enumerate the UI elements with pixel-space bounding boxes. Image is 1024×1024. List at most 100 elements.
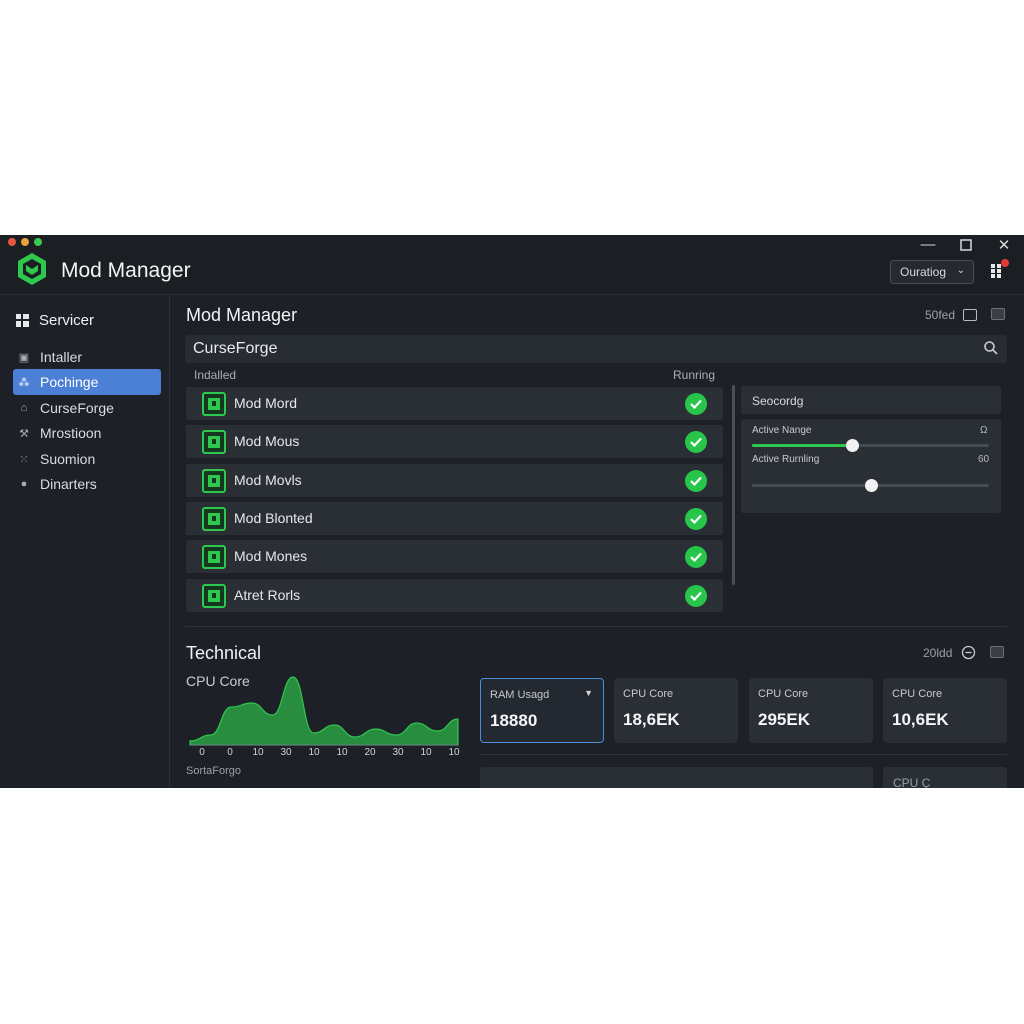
search-icon[interactable] — [983, 340, 999, 356]
sidebar-item-label: CurseForge — [40, 400, 114, 416]
column-header-running: Runring — [673, 368, 716, 382]
stat-value: 18,6EK — [623, 710, 680, 729]
slider-fill — [752, 444, 852, 447]
close-icon[interactable]: ✕ — [995, 236, 1013, 254]
mod-row[interactable]: Mod Mones — [186, 540, 723, 573]
window-traffic-lights — [8, 238, 42, 246]
stat-card-cpu[interactable]: CPU Core 18,6EK — [614, 678, 738, 743]
sidebar-header[interactable]: Servicer — [16, 312, 94, 329]
stat-card-ram[interactable]: RAM Usagd ▼ 18880 — [480, 678, 604, 743]
page-title: Mod Manager — [186, 305, 298, 325]
refresh-icon[interactable] — [961, 645, 976, 660]
sidebar-item-dinarters[interactable]: ● Dinarters — [13, 471, 161, 497]
sidebar-item-label: Mrostioon — [40, 425, 102, 441]
technical-meta: 20ldd — [923, 646, 953, 660]
circle-icon: ● — [20, 478, 28, 490]
stat-label: CPU Core — [623, 688, 674, 700]
slider-track[interactable] — [752, 479, 989, 492]
check-circle-icon[interactable] — [685, 470, 707, 492]
check-circle-icon[interactable] — [685, 585, 707, 607]
slider-thumb[interactable] — [864, 479, 878, 492]
app-title: Mod Manager — [61, 259, 191, 282]
bottom-card-cpu[interactable]: CPU Ç — [883, 767, 1007, 788]
mod-name: Mod Blonted — [234, 510, 313, 526]
sidebar: Servicer ▣ Intaller ⁂ Pochinge ⌂ CurseFo… — [0, 296, 170, 788]
check-circle-icon[interactable] — [685, 546, 707, 568]
x-tick-label: 10 — [420, 747, 432, 758]
notification-badge — [1001, 259, 1009, 267]
sidebar-item-curseforge[interactable]: ⌂ CurseForge — [13, 395, 161, 421]
grid-icon — [16, 314, 29, 327]
bottom-card-label: CPU Ç — [893, 776, 931, 788]
x-tick-label: 10 — [448, 747, 460, 758]
mod-name: Mod Mord — [234, 395, 298, 411]
zoom-dot[interactable] — [34, 238, 42, 246]
stat-label: CPU Core — [892, 688, 943, 700]
box-icon: ▣ — [18, 351, 30, 364]
slider-value: Ω — [980, 425, 988, 436]
mod-name: Atret Rorls — [234, 587, 301, 603]
mod-name: Mod Movls — [234, 472, 302, 488]
sidebar-item-intaller[interactable]: ▣ Intaller — [13, 344, 161, 370]
mod-icon — [202, 584, 226, 608]
stat-value: 10,6EK — [892, 710, 949, 729]
search-value: CurseForge — [193, 340, 278, 357]
x-tick-label: 30 — [280, 747, 292, 758]
sidebar-item-label: Intaller — [40, 349, 83, 365]
x-tick-label: 10 — [308, 747, 320, 758]
x-tick-label: 10 — [252, 747, 264, 758]
collapse-icon[interactable] — [991, 308, 1005, 320]
bottom-panel — [480, 767, 873, 788]
minimize-dot[interactable] — [21, 238, 29, 246]
stat-card-cpu[interactable]: CPU Core 295EK — [749, 678, 873, 743]
mod-row[interactable]: Mod Blonted — [186, 502, 723, 535]
column-header-installed: Indalled — [194, 368, 237, 382]
chevron-down-icon[interactable]: ▼ — [584, 688, 593, 698]
slider-track[interactable] — [752, 439, 989, 452]
screen-icon[interactable] — [963, 309, 977, 321]
check-circle-icon[interactable] — [685, 508, 707, 530]
chevron-down-icon: ⌄ — [956, 265, 965, 276]
chart-x-axis: 0 0 10 30 10 10 20 30 10 10 — [190, 747, 462, 761]
sort-label: 50fed — [925, 308, 956, 322]
check-circle-icon[interactable] — [685, 393, 707, 415]
sidebar-item-mrostioon[interactable]: ⚒ Mrostioon — [13, 420, 161, 446]
search-input[interactable]: CurseForge — [185, 335, 1007, 363]
collapse-icon[interactable] — [990, 646, 1004, 658]
chart-sub-label: SortaForgo — [186, 765, 242, 777]
mod-icon — [202, 392, 226, 416]
x-tick-label: 20 — [364, 747, 376, 758]
stat-label: CPU Core — [758, 688, 809, 700]
sidebar-item-label: Pochinge — [40, 374, 99, 390]
mod-row[interactable]: Mod Movls — [186, 464, 723, 497]
settings-panel: Active Nange Ω Active Rurnling 60 — [741, 419, 1001, 513]
title-bar: Mod Manager — ✕ Ouratiog ⌄ — [0, 235, 1024, 295]
x-tick-label: 0 — [199, 747, 205, 758]
minimize-icon[interactable]: — — [919, 236, 937, 253]
stat-label: RAM Usagd — [490, 689, 550, 701]
x-tick-label: 10 — [336, 747, 348, 758]
mod-list-scrollbar[interactable] — [732, 385, 735, 585]
cpu-area-chart — [189, 676, 459, 746]
sidebar-item-pochinge[interactable]: ⁂ Pochinge — [13, 369, 161, 395]
sidebar-item-suomion[interactable]: ⁙ Suomion — [13, 446, 161, 472]
sidebar-item-label: Dinarters — [40, 476, 97, 492]
sidebar-header-label: Servicer — [39, 312, 95, 329]
slider-thumb[interactable] — [845, 439, 859, 452]
cpu-area-series — [189, 676, 459, 746]
mod-row[interactable]: Mod Mous — [186, 425, 723, 458]
mod-icon — [202, 430, 226, 454]
profile-dropdown[interactable]: Ouratiog ⌄ — [890, 260, 974, 284]
close-dot[interactable] — [8, 238, 16, 246]
app-window: Mod Manager — ✕ Ouratiog ⌄ Servicer ▣ In… — [0, 235, 1024, 788]
sidebar-item-label: Suomion — [40, 451, 96, 467]
stat-card-cpu[interactable]: CPU Core 10,6EK — [883, 678, 1007, 743]
mod-row[interactable]: Mod Mord — [186, 387, 723, 420]
technical-title: Technical — [186, 643, 262, 663]
mod-name: Mod Mones — [234, 548, 308, 564]
mod-icon — [202, 507, 226, 531]
check-circle-icon[interactable] — [685, 431, 707, 453]
stat-value: 18880 — [490, 711, 538, 730]
maximize-icon[interactable] — [957, 236, 975, 255]
mod-row[interactable]: Atret Rorls — [186, 579, 723, 612]
